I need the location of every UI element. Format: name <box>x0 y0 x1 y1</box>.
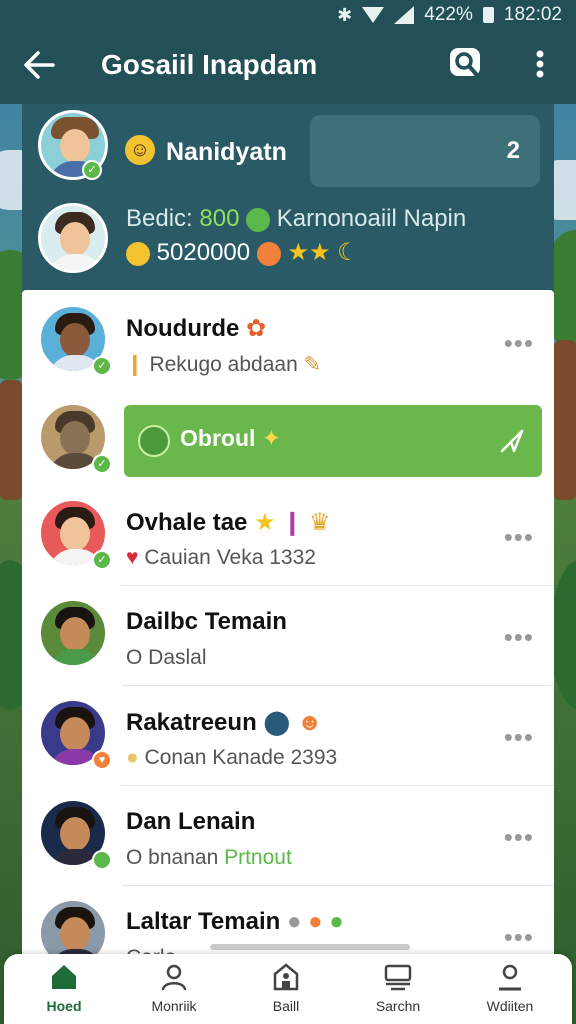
candle-icon: ❙ <box>126 353 144 376</box>
moon-icon: ☾ <box>337 239 359 266</box>
row-menu-icon[interactable]: ••• <box>504 328 534 359</box>
nav-profile[interactable]: Wdiiten <box>470 962 550 1022</box>
contact-subtitle: ❙ Rekugo abdaan ✎ <box>126 353 322 376</box>
online-badge <box>92 850 112 870</box>
contact-name: Rakatreeun ⬤ ☻ <box>126 709 323 736</box>
row-menu-icon[interactable]: ••• <box>504 822 534 853</box>
star-icon: ★ <box>254 509 276 536</box>
flame-icon: ● <box>308 908 323 935</box>
header-count: 2 <box>506 137 520 164</box>
contact-name: Dailbc Temain <box>126 608 287 635</box>
nav-label: Baill <box>272 998 300 1014</box>
sparkle-icon: ✦ <box>261 425 282 451</box>
highlight-banner[interactable]: Obroul ✦ <box>124 405 542 477</box>
nav-contacts[interactable]: Monriik <box>134 962 214 1022</box>
chat-icon: ● <box>329 908 344 935</box>
header-stats: Bedic: 800 Karnonoaiil Napin <box>126 205 467 232</box>
scrollbar[interactable] <box>210 944 410 950</box>
send-icon[interactable] <box>498 427 526 455</box>
smile-emoji-icon <box>138 425 170 457</box>
list-item[interactable]: Dailbc Temain O Daslal ••• <box>22 586 554 686</box>
row-menu-icon[interactable]: ••• <box>504 922 534 953</box>
app-bar: Gosaiil Inapdam <box>0 30 576 104</box>
avatar <box>38 598 108 668</box>
moon-face-icon: ● <box>286 908 302 935</box>
heart-eyes-emoji-icon <box>256 241 281 266</box>
clock: 182:02 <box>503 4 562 25</box>
search-icon[interactable] <box>446 44 486 84</box>
profile-icon <box>495 962 525 992</box>
crown-icon: ♛ <box>309 509 331 536</box>
contact-name: Ovhale tae ★ ❙ ♛ <box>126 509 331 536</box>
wifi-icon <box>362 7 385 23</box>
contact-subtitle: O bnanan Prtnout <box>126 846 292 869</box>
pencil-icon: ✎ <box>303 353 322 376</box>
heart-icon: ♥ <box>126 546 139 569</box>
avatar[interactable] <box>38 203 108 273</box>
battery-percent: 422% <box>424 4 473 25</box>
status-badge: ♥ <box>92 750 112 770</box>
nav-home[interactable]: Hoed <box>24 962 104 1022</box>
bluetooth-icon: ✱ <box>337 4 353 25</box>
frog-emoji-icon <box>246 207 271 232</box>
candle-icon: ❙ <box>282 509 303 536</box>
online-badge: ✓ <box>92 356 112 376</box>
nav-buildings[interactable]: Baill <box>246 962 326 1022</box>
person-icon <box>159 962 189 992</box>
inbox-icon <box>383 962 413 992</box>
location-pin-icon: ⬤ <box>263 709 291 736</box>
smile-emoji-icon <box>126 241 150 266</box>
page-title: Gosaiil Inapdam <box>101 49 318 80</box>
contact-name: Dan Lenain <box>126 808 256 835</box>
bottom-nav: Hoed Monriik Baill Sarchn Wdiiten <box>4 954 572 1024</box>
online-badge: ✓ <box>92 454 112 474</box>
contact-list: ✓ Noudurde ✿ ❙ Rekugo abdaan ✎ ••• ✓ Obr… <box>22 290 554 980</box>
header-name: Nanidyatn <box>166 138 287 166</box>
row-menu-icon[interactable]: ••• <box>504 722 534 753</box>
smile-emoji-icon: ☻ <box>296 709 323 736</box>
nav-label: Hoed <box>46 998 82 1014</box>
bubble-icon: ● <box>126 746 139 769</box>
list-item[interactable]: ♥ Rakatreeun ⬤ ☻ ● Conan Kanade 2393 ••• <box>22 686 554 786</box>
building-icon <box>271 962 301 992</box>
online-badge: ✓ <box>82 160 102 180</box>
list-item[interactable]: ✓ Ovhale tae ★ ❙ ♛ ♥ Cauian Veka 1332 ••… <box>22 486 554 586</box>
header-score: 5020000 ★★ ☾ <box>126 238 359 267</box>
list-item[interactable]: Dan Lenain O bnanan Prtnout ••• <box>22 786 554 886</box>
row-menu-icon[interactable]: ••• <box>504 522 534 553</box>
nav-label: Sarchn <box>375 998 421 1014</box>
contact-name: Noudurde ✿ <box>126 315 267 342</box>
contact-subtitle: ♥ Cauian Veka 1332 <box>126 546 316 569</box>
home-icon <box>49 962 79 992</box>
signal-icon <box>394 6 415 24</box>
nav-label: Wdiiten <box>486 998 534 1014</box>
more-options-icon[interactable] <box>526 44 554 84</box>
online-badge: ✓ <box>92 550 112 570</box>
highlight-label: Obroul ✦ <box>180 425 282 451</box>
smile-emoji-icon: ☺ <box>125 135 155 165</box>
back-arrow-icon[interactable] <box>22 50 62 82</box>
list-item[interactable]: ✓ Noudurde ✿ ❙ Rekugo abdaan ✎ ••• <box>22 292 554 392</box>
stars-icon: ★★ <box>287 239 331 266</box>
contact-name: Laltar Temain ● ● ● <box>126 908 344 935</box>
contact-subtitle: ● Conan Kanade 2393 <box>126 746 338 769</box>
row-menu-icon[interactable]: ••• <box>504 622 534 653</box>
contact-subtitle: O Daslal <box>126 646 207 669</box>
battery-icon <box>482 7 494 23</box>
nav-search[interactable]: Sarchn <box>358 962 438 1022</box>
status-bar: ✱ 422% 182:02 <box>0 0 576 30</box>
leaf-icon: ✿ <box>246 315 267 342</box>
header-count-box[interactable]: 2 <box>310 115 540 187</box>
nav-label: Monriik <box>151 998 197 1014</box>
